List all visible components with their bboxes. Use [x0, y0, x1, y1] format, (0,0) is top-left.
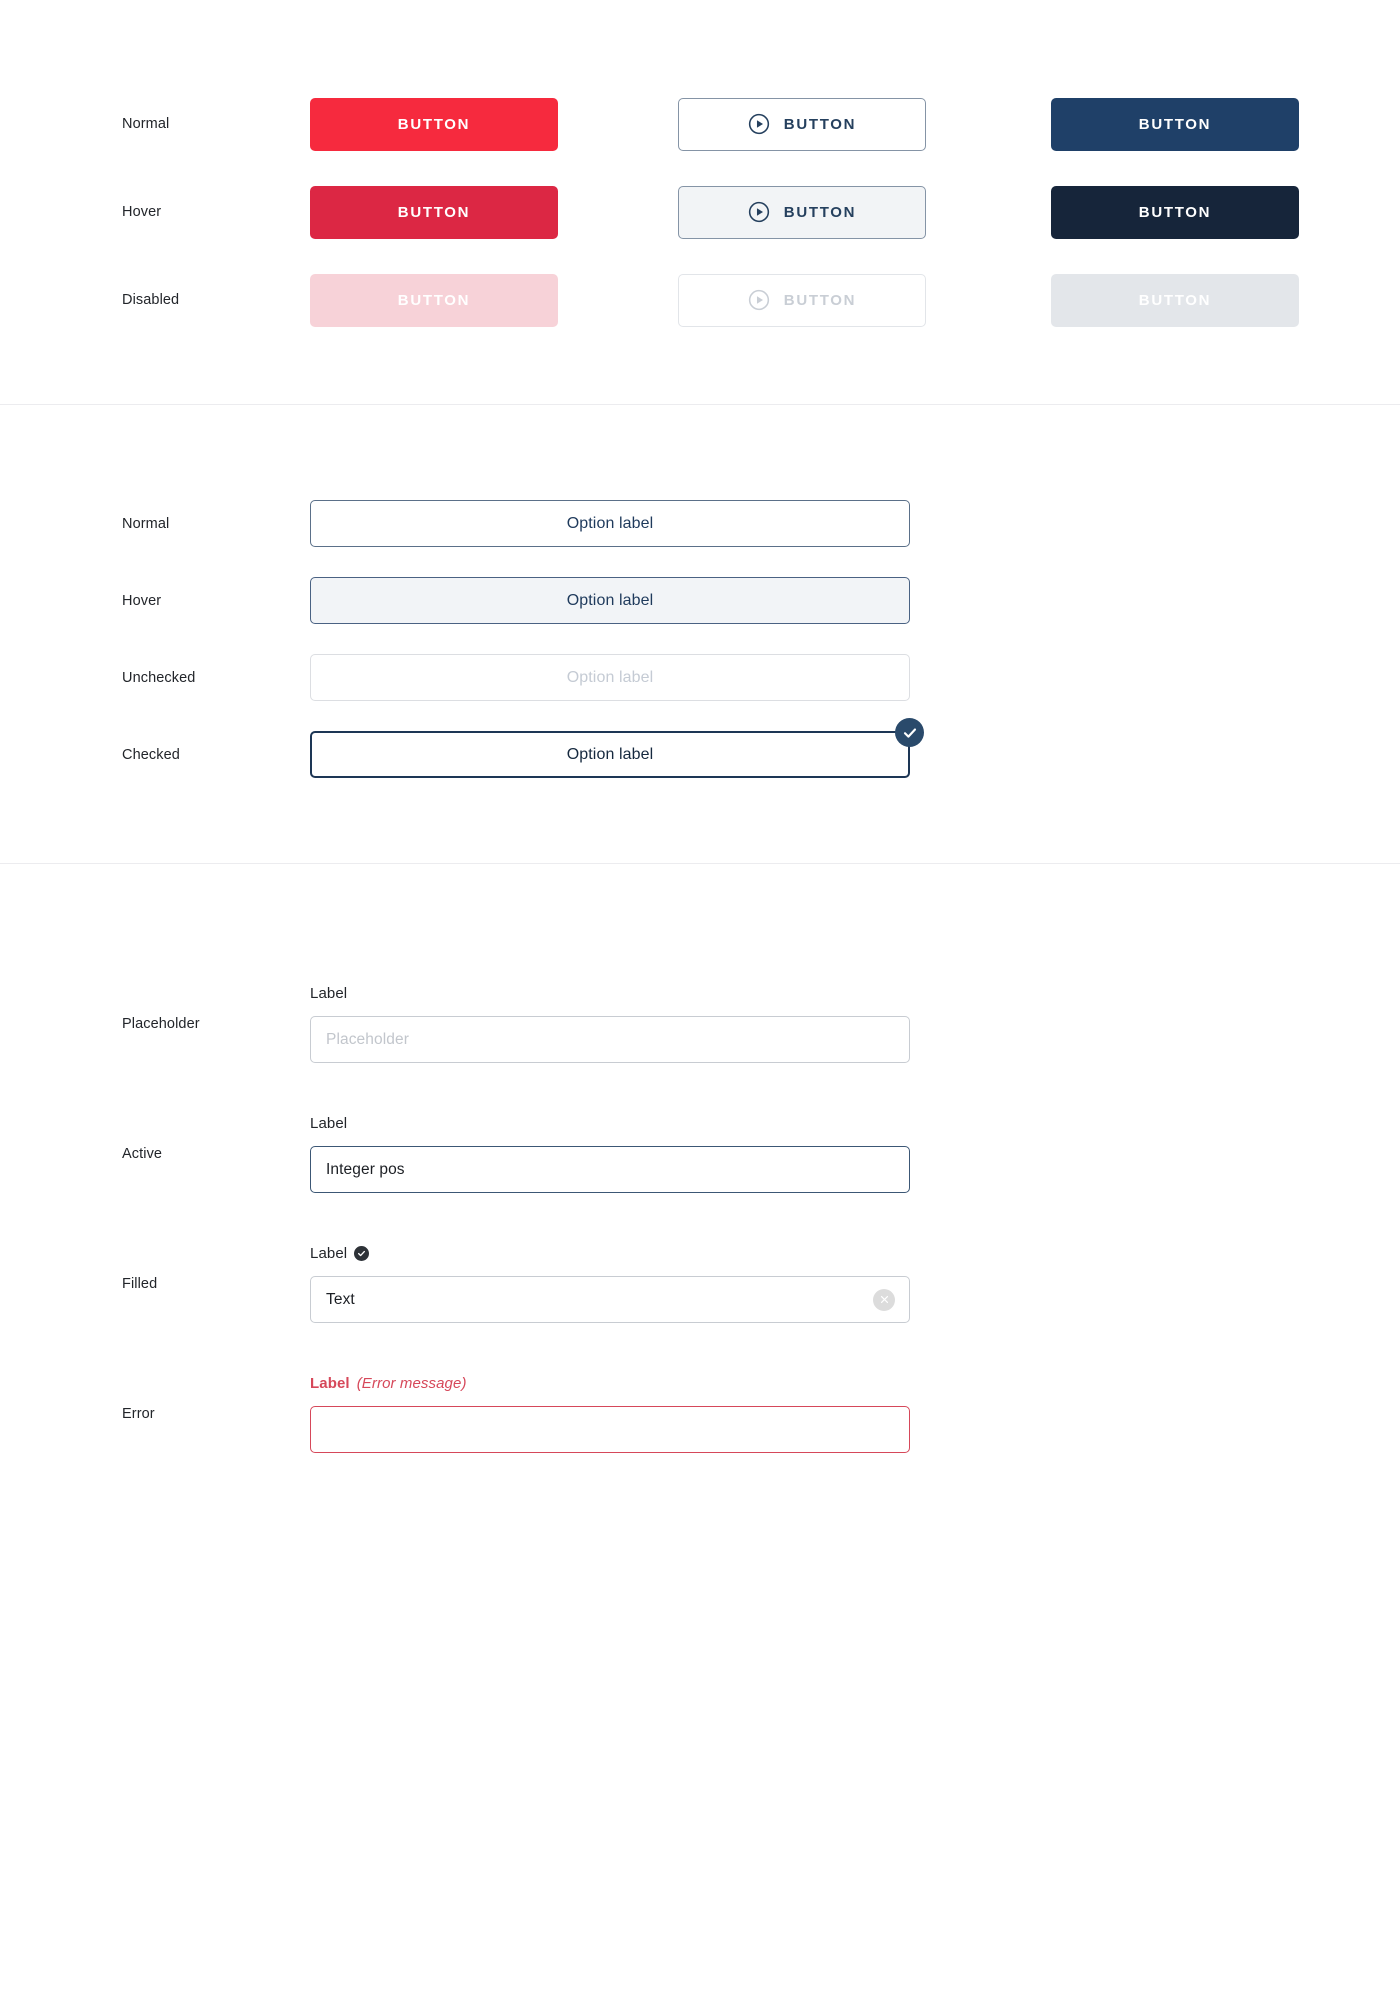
field-row-cells: Label Integer pos: [310, 1115, 1400, 1193]
play-circle-icon: [748, 201, 770, 223]
text-input-error[interactable]: [310, 1406, 910, 1453]
option-checked[interactable]: Option label: [310, 731, 910, 778]
field-row-active: Active Label Integer pos: [0, 1089, 1400, 1219]
field-label: Label: [310, 1115, 910, 1132]
option-row-unchecked: Unchecked Option label: [0, 639, 1400, 716]
button-row-cells: BUTTON BUTTON BUTTON: [310, 274, 1400, 327]
field-error-message: (Error message): [357, 1375, 467, 1392]
field-row-cells: Label Text: [310, 1245, 1400, 1323]
row-state-label: Placeholder: [0, 1016, 310, 1032]
row-state-label: Active: [0, 1146, 310, 1162]
field-block: Label (Error message): [310, 1375, 910, 1453]
row-state-label: Normal: [0, 516, 310, 532]
field-row-filled: Filled Label Text: [0, 1219, 1400, 1349]
primary-button-hover[interactable]: BUTTON: [310, 186, 558, 239]
option-wrapper: Option label: [310, 577, 910, 624]
button-row-disabled: Disabled BUTTON BUTTON BUTTON: [0, 256, 1400, 344]
option-row-cells: Option label: [310, 654, 1400, 701]
row-state-label: Disabled: [0, 292, 310, 308]
option-row-checked: Checked Option label: [0, 716, 1400, 793]
option-row-cells: Option label: [310, 577, 1400, 624]
secondary-button-hover[interactable]: BUTTON: [678, 186, 926, 239]
buttons-section: Normal BUTTON BUTTON BUTTON: [0, 0, 1400, 404]
primary-button-cell: BUTTON: [310, 274, 558, 327]
input-value-text: Text: [326, 1291, 355, 1309]
secondary-button-label: BUTTON: [784, 117, 856, 132]
field-label-text: Label: [310, 1115, 347, 1132]
input-placeholder-text: Placeholder: [326, 1031, 409, 1049]
field-row-cells: Label Placeholder: [310, 985, 1400, 1063]
text-input-filled[interactable]: Text: [310, 1276, 910, 1323]
field-label-text: Label: [310, 985, 347, 1002]
tertiary-button-cell: BUTTON: [1051, 98, 1299, 151]
button-row-hover: Hover BUTTON BUTTON BUTTON: [0, 168, 1400, 256]
check-circle-icon: [895, 718, 924, 747]
primary-button-cell: BUTTON: [310, 186, 558, 239]
secondary-button-normal[interactable]: BUTTON: [678, 98, 926, 151]
option-row-cells: Option label: [310, 500, 1400, 547]
row-state-label: Normal: [0, 116, 310, 132]
field-row-placeholder: Placeholder Label Placeholder: [0, 959, 1400, 1089]
row-state-label: Hover: [0, 204, 310, 220]
field-block: Label Text: [310, 1245, 910, 1323]
option-unchecked[interactable]: Option label: [310, 654, 910, 701]
row-state-label: Unchecked: [0, 670, 310, 686]
secondary-button-label: BUTTON: [784, 205, 856, 220]
field-label-error: Label (Error message): [310, 1375, 910, 1392]
button-row-cells: BUTTON BUTTON BUTTON: [310, 98, 1400, 151]
option-wrapper: Option label: [310, 731, 910, 778]
text-input-active[interactable]: Integer pos: [310, 1146, 910, 1193]
clear-circle-x-icon[interactable]: [873, 1289, 895, 1311]
primary-button-normal[interactable]: BUTTON: [310, 98, 558, 151]
check-circle-icon: [354, 1246, 369, 1261]
field-row-cells: Label (Error message): [310, 1375, 1400, 1453]
options-section: Normal Option label Hover Option label U…: [0, 405, 1400, 863]
option-normal[interactable]: Option label: [310, 500, 910, 547]
tertiary-button-cell: BUTTON: [1051, 274, 1299, 327]
button-row-cells: BUTTON BUTTON BUTTON: [310, 186, 1400, 239]
tertiary-button-normal[interactable]: BUTTON: [1051, 98, 1299, 151]
field-label-text: Label: [310, 1375, 350, 1392]
tertiary-button-hover[interactable]: BUTTON: [1051, 186, 1299, 239]
secondary-button-cell: BUTTON: [678, 274, 926, 327]
play-circle-icon: [748, 289, 770, 311]
field-label: Label: [310, 985, 910, 1002]
option-wrapper: Option label: [310, 654, 910, 701]
row-state-label: Filled: [0, 1276, 310, 1292]
play-circle-icon: [748, 113, 770, 135]
row-state-label: Checked: [0, 747, 310, 763]
button-row-normal: Normal BUTTON BUTTON BUTTON: [0, 80, 1400, 168]
secondary-button-cell: BUTTON: [678, 186, 926, 239]
fields-section: Placeholder Label Placeholder Active La: [0, 864, 1400, 1559]
row-state-label: Error: [0, 1406, 310, 1422]
secondary-button-cell: BUTTON: [678, 98, 926, 151]
tertiary-button-cell: BUTTON: [1051, 186, 1299, 239]
option-wrapper: Option label: [310, 500, 910, 547]
tertiary-button-disabled: BUTTON: [1051, 274, 1299, 327]
input-value-text: Integer pos: [326, 1161, 405, 1179]
secondary-button-disabled: BUTTON: [678, 274, 926, 327]
field-row-error: Error Label (Error message): [0, 1349, 1400, 1479]
option-hover[interactable]: Option label: [310, 577, 910, 624]
option-row-cells: Option label: [310, 731, 1400, 778]
field-label-text: Label: [310, 1245, 347, 1262]
design-system-page: Normal BUTTON BUTTON BUTTON: [0, 0, 1400, 1559]
field-label: Label: [310, 1245, 910, 1262]
field-block: Label Placeholder: [310, 985, 910, 1063]
row-state-label: Hover: [0, 593, 310, 609]
option-row-normal: Normal Option label: [0, 485, 1400, 562]
secondary-button-label: BUTTON: [784, 293, 856, 308]
field-block: Label Integer pos: [310, 1115, 910, 1193]
text-input-placeholder[interactable]: Placeholder: [310, 1016, 910, 1063]
primary-button-cell: BUTTON: [310, 98, 558, 151]
primary-button-disabled: BUTTON: [310, 274, 558, 327]
option-row-hover: Hover Option label: [0, 562, 1400, 639]
